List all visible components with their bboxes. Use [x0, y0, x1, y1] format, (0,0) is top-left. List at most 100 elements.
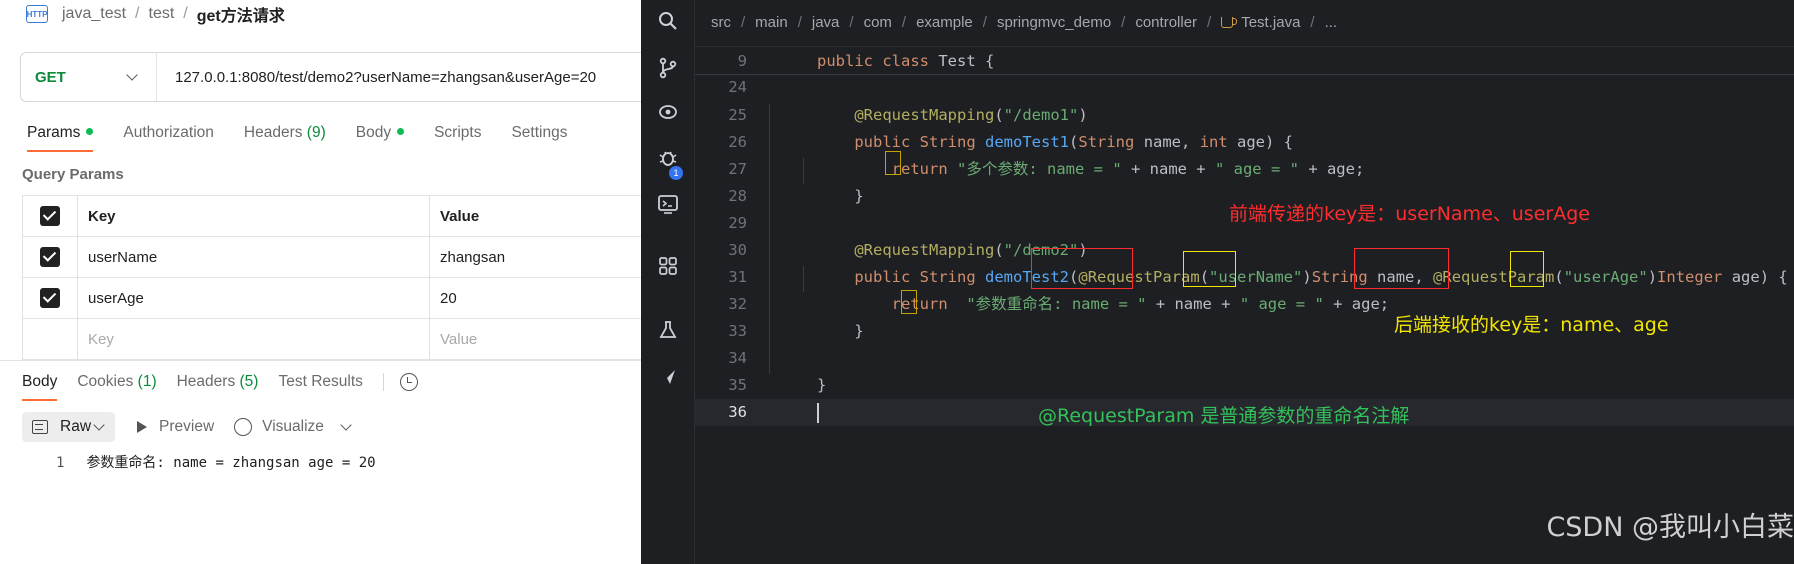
code-text: }: [817, 322, 864, 340]
breadcrumb-segment[interactable]: src: [711, 14, 731, 31]
line-number: 9: [737, 52, 747, 70]
code-editor-pane: 1 src / main / java / com / example / springm…: [641, 0, 1794, 564]
response-tabs: Body Cookies (1) Headers (5) Test Result…: [22, 373, 418, 401]
param-value-cell[interactable]: zhangsan: [429, 236, 641, 278]
run-debug-icon[interactable]: [657, 101, 679, 123]
method-label: GET: [35, 68, 66, 86]
code-line[interactable]: 25 @RequestMapping("/demo1"): [695, 102, 1794, 129]
breadcrumb-segment[interactable]: main: [755, 14, 788, 31]
tab-cookies[interactable]: Cookies (1): [77, 373, 156, 401]
param-value-cell[interactable]: 20: [429, 277, 641, 319]
line-number: 35: [728, 376, 747, 394]
breadcrumb-segment[interactable]: com: [864, 14, 892, 31]
raw-icon: [32, 420, 48, 434]
code-line[interactable]: 9 public class Test {: [695, 48, 1794, 75]
response-body[interactable]: 1 参数重命名: name = zhangsan age = 20: [56, 452, 376, 472]
navigate-icon[interactable]: [657, 366, 679, 388]
breadcrumb-segment[interactable]: java: [812, 14, 840, 31]
table-header-row: Key Value: [22, 195, 641, 237]
chevron-down-icon: [93, 419, 105, 431]
highlight-box-username: [1031, 248, 1133, 289]
table-row: Key Value: [22, 318, 641, 360]
preview-button[interactable]: Preview: [137, 418, 214, 436]
visualize-icon: [234, 418, 253, 436]
breadcrumb-more[interactable]: ...: [1325, 14, 1338, 31]
activity-bar: 1: [641, 0, 695, 564]
highlight-box-age: [1510, 251, 1544, 287]
debug-count-badge: 1: [669, 166, 683, 180]
param-key-cell[interactable]: userAge: [77, 277, 430, 319]
tab-test-results[interactable]: Test Results: [278, 373, 362, 401]
raw-format-button[interactable]: Raw: [22, 412, 116, 442]
code-line[interactable]: 31 public String demoTest2(@RequestParam…: [695, 264, 1794, 291]
tab-settings[interactable]: Settings: [511, 124, 567, 152]
query-params-title: Query Params: [22, 166, 124, 183]
tab-scripts[interactable]: Scripts: [434, 124, 481, 152]
url-input[interactable]: 127.0.0.1:8080/test/demo2?userName=zhang…: [157, 69, 596, 86]
extensions-icon[interactable]: [657, 255, 679, 277]
column-header-value: Value: [429, 195, 641, 237]
line-number: 25: [728, 106, 747, 124]
code-line[interactable]: 24: [695, 74, 1794, 101]
breadcrumb-request[interactable]: get方法请求: [197, 2, 285, 26]
method-select[interactable]: GET: [21, 53, 157, 101]
breadcrumb-folder[interactable]: test: [149, 5, 175, 23]
code-line[interactable]: 34: [695, 345, 1794, 372]
history-icon[interactable]: [399, 373, 418, 391]
text-caret: [817, 402, 819, 423]
code-text: public String demoTest2(@RequestParam("u…: [854, 268, 1788, 286]
tab-body[interactable]: Body: [356, 124, 405, 152]
line-number: 26: [728, 133, 747, 151]
tab-params[interactable]: Params: [27, 124, 94, 152]
highlight-box-colon: [885, 151, 901, 175]
java-file-icon: [1221, 17, 1238, 28]
search-icon[interactable]: [657, 10, 679, 32]
table-row: userName zhangsan: [22, 236, 641, 278]
new-param-value-input[interactable]: Value: [429, 318, 641, 360]
code-line[interactable]: 35}: [695, 372, 1794, 399]
param-key-cell[interactable]: userName: [77, 236, 430, 278]
highlight-box-userage: [1354, 248, 1449, 289]
breadcrumb-collection[interactable]: java_test: [62, 5, 126, 23]
code-line[interactable]: 30 @RequestMapping("/demo2"): [695, 237, 1794, 264]
frontend-key-note: 前端传递的key是：userName、userAge: [1229, 203, 1590, 225]
divider: [0, 360, 641, 361]
query-params-table: Key Value userName zhangsan userAge 20 K…: [22, 195, 641, 360]
code-text: @RequestMapping("/demo1"): [854, 106, 1088, 124]
file-breadcrumb: src / main / java / com / example / springmvc…: [711, 14, 1338, 31]
code-line[interactable]: 26 public String demoTest1(String name, …: [695, 129, 1794, 156]
tab-headers[interactable]: Headers (9): [244, 124, 326, 152]
code-text: }: [817, 187, 864, 205]
code-line[interactable]: 27 return "多个参数: name = " + name + " age…: [695, 156, 1794, 183]
line-number: 36: [728, 403, 747, 421]
code-text: }: [817, 376, 827, 394]
breadcrumb-segment[interactable]: controller: [1135, 14, 1197, 31]
request-tabs: Params Authorization Headers (9) Body Sc…: [27, 124, 597, 152]
backend-key-note: 后端接收的key是：name、age: [1394, 314, 1669, 336]
new-param-key-input[interactable]: Key: [77, 318, 430, 360]
column-header-key: Key: [77, 195, 430, 237]
breadcrumb-segment[interactable]: springmvc_demo: [997, 14, 1111, 31]
divider: [695, 46, 1794, 47]
line-number: 32: [728, 295, 747, 313]
visualize-button[interactable]: Visualize: [234, 418, 352, 436]
annotation-note: @RequestParam 是普通参数的重命名注解: [1038, 405, 1410, 427]
breadcrumb-file[interactable]: Test.java: [1241, 14, 1300, 31]
tab-authorization[interactable]: Authorization: [123, 124, 213, 152]
tab-response-headers[interactable]: Headers (5): [177, 373, 259, 401]
flask-icon[interactable]: [657, 319, 679, 341]
source-control-icon[interactable]: [657, 57, 679, 79]
terminal-icon[interactable]: [657, 193, 679, 215]
chevron-down-icon[interactable]: [340, 419, 352, 431]
highlight-box-colon: [901, 290, 917, 314]
param-checkbox[interactable]: [40, 288, 60, 308]
response-text: 参数重命名: name = zhangsan age = 20: [86, 455, 376, 471]
line-number: 29: [728, 214, 747, 232]
line-number: 34: [728, 349, 747, 367]
param-checkbox[interactable]: [40, 247, 60, 267]
select-all-checkbox[interactable]: [40, 206, 60, 226]
modified-dot-icon: [86, 128, 94, 135]
watermark: CSDN @我叫小白菜: [1546, 512, 1794, 543]
breadcrumb-segment[interactable]: example: [916, 14, 973, 31]
tab-response-body[interactable]: Body: [22, 373, 58, 401]
